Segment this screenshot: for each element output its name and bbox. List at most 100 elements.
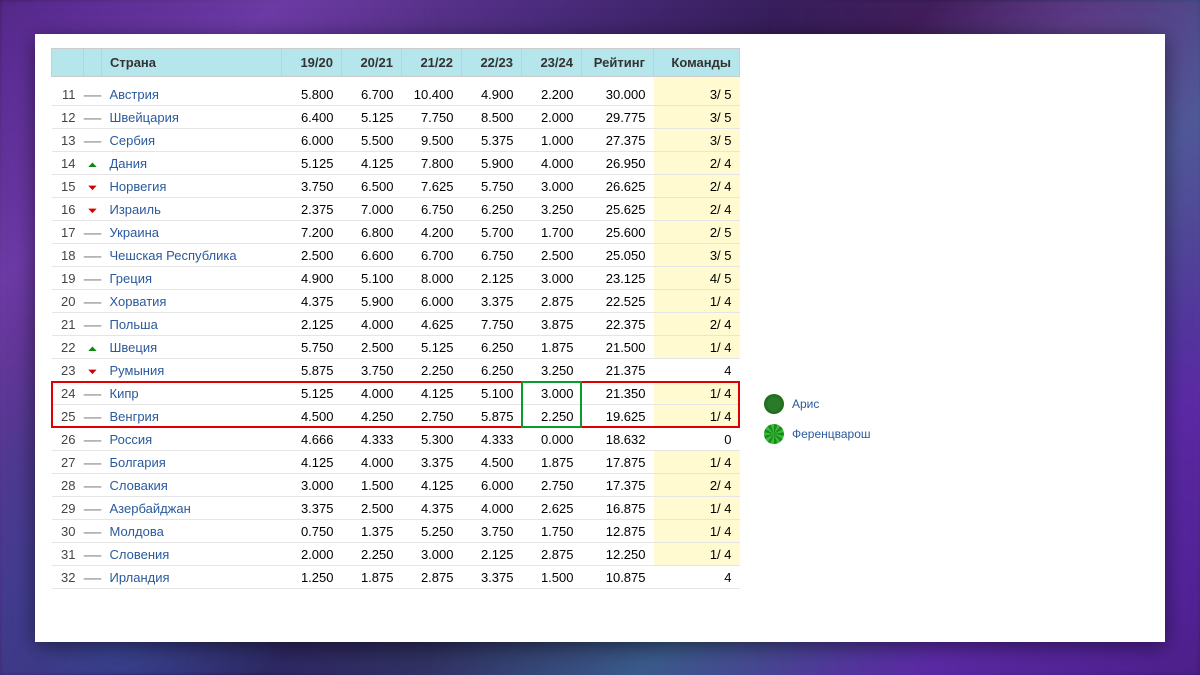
cell-trend: —	[84, 497, 102, 520]
table-row: 22▲Швеция5.7502.5005.1256.2501.87521.500…	[52, 336, 740, 359]
cell-season-4: 6.250	[462, 336, 522, 359]
cell-season-3: 7.625	[402, 175, 462, 198]
cell-rating: 26.625	[582, 175, 654, 198]
trend-same-icon: —	[84, 297, 102, 309]
cell-trend: ▼	[84, 198, 102, 221]
cell-season-2: 1.375	[342, 520, 402, 543]
cell-season-5: 2.200	[522, 76, 582, 106]
cell-teams: 2/ 4	[654, 474, 740, 497]
cell-season-2: 1.875	[342, 566, 402, 589]
cell-rating: 23.125	[582, 267, 654, 290]
cell-season-5: 2.000	[522, 106, 582, 129]
cell-season-4: 4.500	[462, 451, 522, 474]
cell-country: Сербия	[102, 129, 282, 152]
cell-season-1: 2.125	[282, 313, 342, 336]
cell-season-5: 3.250	[522, 359, 582, 382]
cell-country: Украина	[102, 221, 282, 244]
cell-country: Греция	[102, 267, 282, 290]
cell-country: Венгрия	[102, 405, 282, 428]
cell-country: Израиль	[102, 198, 282, 221]
cell-rank: 23	[52, 359, 84, 382]
cell-trend: —	[84, 244, 102, 267]
cell-season-5: 2.250	[522, 405, 582, 428]
cell-country: Молдова	[102, 520, 282, 543]
cell-season-2: 2.250	[342, 543, 402, 566]
cell-season-5: 3.000	[522, 175, 582, 198]
trend-up-icon: ▲	[85, 344, 99, 352]
cell-season-2: 5.500	[342, 129, 402, 152]
cell-season-4: 5.875	[462, 405, 522, 428]
cell-season-5: 3.875	[522, 313, 582, 336]
cell-season-3: 7.750	[402, 106, 462, 129]
cell-teams: 1/ 4	[654, 290, 740, 313]
header-row: Страна 19/20 20/21 21/22 22/23 23/24 Рей…	[52, 48, 740, 76]
cell-trend: ▲	[84, 152, 102, 175]
cell-season-1: 6.400	[282, 106, 342, 129]
cell-season-4: 4.900	[462, 76, 522, 106]
cell-rank: 19	[52, 267, 84, 290]
cell-season-1: 3.375	[282, 497, 342, 520]
table-row: 30—Молдова0.7501.3755.2503.7501.75012.87…	[52, 520, 740, 543]
col-s1-header: 19/20	[282, 48, 342, 76]
cell-teams: 1/ 4	[654, 497, 740, 520]
table-row: 32—Ирландия1.2501.8752.8753.3751.50010.8…	[52, 566, 740, 589]
cell-season-3: 5.125	[402, 336, 462, 359]
cell-season-2: 3.750	[342, 359, 402, 382]
cell-season-4: 3.750	[462, 520, 522, 543]
cell-country: Норвегия	[102, 175, 282, 198]
cell-season-3: 10.400	[402, 76, 462, 106]
table-row: 14▲Дания5.1254.1257.8005.9004.00026.9502…	[52, 152, 740, 175]
cell-teams: 2/ 4	[654, 313, 740, 336]
cell-country: Хорватия	[102, 290, 282, 313]
cell-trend: ▲	[84, 336, 102, 359]
cell-season-1: 5.125	[282, 382, 342, 405]
cell-season-3: 2.875	[402, 566, 462, 589]
cell-rank: 28	[52, 474, 84, 497]
cell-country: Швеция	[102, 336, 282, 359]
cell-teams: 1/ 4	[654, 543, 740, 566]
col-s2-header: 20/21	[342, 48, 402, 76]
cell-season-3: 4.125	[402, 382, 462, 405]
cell-season-2: 6.600	[342, 244, 402, 267]
cell-rank: 25	[52, 405, 84, 428]
cell-country: Словакия	[102, 474, 282, 497]
table-row: 28—Словакия3.0001.5004.1256.0002.75017.3…	[52, 474, 740, 497]
cell-season-1: 5.750	[282, 336, 342, 359]
cell-teams: 1/ 4	[654, 451, 740, 474]
cell-season-2: 4.250	[342, 405, 402, 428]
cell-season-2: 5.125	[342, 106, 402, 129]
cell-trend: —	[84, 543, 102, 566]
cell-trend: —	[84, 106, 102, 129]
cell-trend: —	[84, 520, 102, 543]
cell-teams: 1/ 4	[654, 336, 740, 359]
table-row: 20—Хорватия4.3755.9006.0003.3752.87522.5…	[52, 290, 740, 313]
cell-teams: 2/ 4	[654, 152, 740, 175]
cell-season-1: 4.666	[282, 428, 342, 451]
table-row: 16▼Израиль2.3757.0006.7506.2503.25025.62…	[52, 198, 740, 221]
cell-trend: ▼	[84, 359, 102, 382]
cell-rating: 30.000	[582, 76, 654, 106]
cell-season-1: 5.875	[282, 359, 342, 382]
cell-season-3: 5.250	[402, 520, 462, 543]
col-trend-header	[84, 48, 102, 76]
table-row: 21—Польша2.1254.0004.6257.7503.87522.375…	[52, 313, 740, 336]
cell-teams: 1/ 4	[654, 382, 740, 405]
col-s4-header: 22/23	[462, 48, 522, 76]
cell-rating: 17.375	[582, 474, 654, 497]
trend-same-icon: —	[84, 527, 102, 539]
crest-icon	[764, 394, 784, 414]
cell-season-5: 0.000	[522, 428, 582, 451]
cell-rating: 25.050	[582, 244, 654, 267]
trend-down-icon: ▼	[85, 183, 99, 191]
cell-season-2: 6.800	[342, 221, 402, 244]
side-item-team1: Арис	[764, 394, 871, 414]
cell-rank: 17	[52, 221, 84, 244]
cell-teams: 2/ 4	[654, 175, 740, 198]
cell-season-2: 5.100	[342, 267, 402, 290]
cell-season-3: 6.750	[402, 198, 462, 221]
cell-season-5: 1.000	[522, 129, 582, 152]
cell-season-1: 4.500	[282, 405, 342, 428]
cell-teams: 1/ 4	[654, 520, 740, 543]
cell-season-4: 4.000	[462, 497, 522, 520]
trend-same-icon: —	[84, 90, 102, 102]
